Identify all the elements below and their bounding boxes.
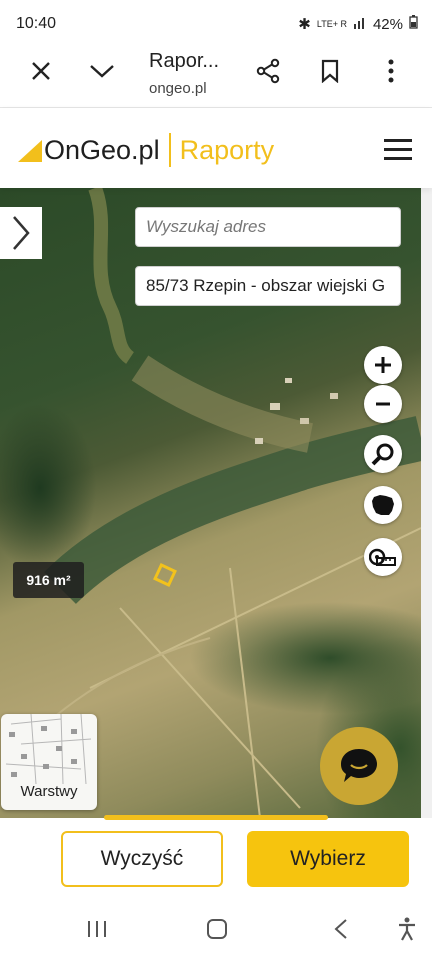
tab-title: Rapor... — [149, 50, 220, 72]
collapse-button[interactable] — [82, 51, 122, 91]
site-header: OnGeo.pl Raporty — [0, 108, 432, 188]
zoom-in-button[interactable] — [364, 346, 402, 384]
more-vertical-icon — [388, 59, 394, 83]
accessibility-button[interactable] — [392, 915, 422, 943]
section-title: Raporty — [179, 134, 275, 165]
tab-url: ongeo.pl — [149, 80, 207, 97]
home-icon — [207, 919, 227, 939]
hamburger-menu-button[interactable] — [378, 132, 418, 166]
action-bar-accent — [104, 815, 328, 820]
logo-divider — [168, 133, 171, 167]
battery-icon — [409, 15, 418, 33]
minus-icon — [376, 402, 390, 406]
share-icon — [256, 58, 280, 84]
map-search-button[interactable] — [364, 435, 402, 473]
site-logo[interactable]: OnGeo.pl Raporty — [16, 133, 274, 167]
bookmark-icon — [321, 59, 339, 83]
network-indicator: LTE+ R — [316, 19, 347, 29]
select-button[interactable]: Wybierz — [247, 831, 409, 887]
expand-panel-button[interactable] — [0, 207, 42, 259]
country-view-button[interactable] — [364, 486, 402, 524]
magnifier-icon — [371, 443, 394, 466]
battery-percent: 42% — [372, 15, 403, 33]
parcel-input[interactable]: 85/73 Rzepin - obszar wiejski G — [135, 266, 401, 306]
recent-apps-icon — [88, 921, 106, 937]
more-options-button[interactable] — [371, 51, 411, 91]
home-button[interactable] — [202, 915, 232, 943]
chat-bubble-icon — [341, 749, 377, 782]
plus-icon — [375, 357, 391, 373]
logo-text: OnGeo.pl — [44, 134, 160, 165]
measure-button[interactable] — [364, 538, 402, 576]
close-tab-button[interactable] — [21, 51, 61, 91]
close-icon — [32, 62, 50, 80]
chat-button[interactable] — [320, 727, 398, 805]
layers-label: Warstwy — [20, 783, 78, 800]
address-search-input[interactable]: Wyszukaj adres — [135, 207, 401, 247]
page-scrollbar[interactable] — [421, 188, 432, 818]
menu-icon — [384, 139, 412, 160]
bookmark-button[interactable] — [310, 51, 350, 91]
logo-triangle-icon — [18, 140, 42, 162]
area-label: 916 m² — [13, 562, 84, 598]
status-icons: ✱ LTE+ R 42% — [298, 15, 418, 33]
bluetooth-icon: ✱ — [298, 16, 311, 33]
poland-map-icon — [372, 495, 394, 515]
tape-measure-icon — [369, 548, 396, 566]
zoom-out-button[interactable] — [364, 385, 402, 423]
satellite-map[interactable]: Wyszukaj adres 85/73 Rzepin - obszar wie… — [0, 188, 421, 818]
back-button[interactable] — [326, 915, 356, 943]
signal-icon — [353, 15, 367, 33]
share-button[interactable] — [248, 51, 288, 91]
back-chevron-icon — [334, 919, 347, 939]
layers-thumbnail — [5, 714, 92, 784]
status-time: 10:40 — [16, 15, 57, 32]
search-placeholder: Wyszukaj adres — [146, 217, 266, 236]
clear-button[interactable]: Wyczyść — [61, 831, 223, 887]
layers-button[interactable]: Warstwy — [1, 714, 97, 810]
browser-toolbar: Rapor... ongeo.pl — [0, 46, 432, 108]
chevron-down-icon — [90, 65, 114, 78]
recent-apps-button[interactable] — [82, 916, 112, 942]
status-bar: 10:40 ✱ LTE+ R 42% — [0, 0, 432, 46]
parcel-value: 85/73 Rzepin - obszar wiejski G — [146, 276, 386, 295]
chevron-right-icon — [13, 216, 30, 250]
system-navigation-bar — [0, 898, 432, 960]
accessibility-icon — [399, 917, 415, 941]
